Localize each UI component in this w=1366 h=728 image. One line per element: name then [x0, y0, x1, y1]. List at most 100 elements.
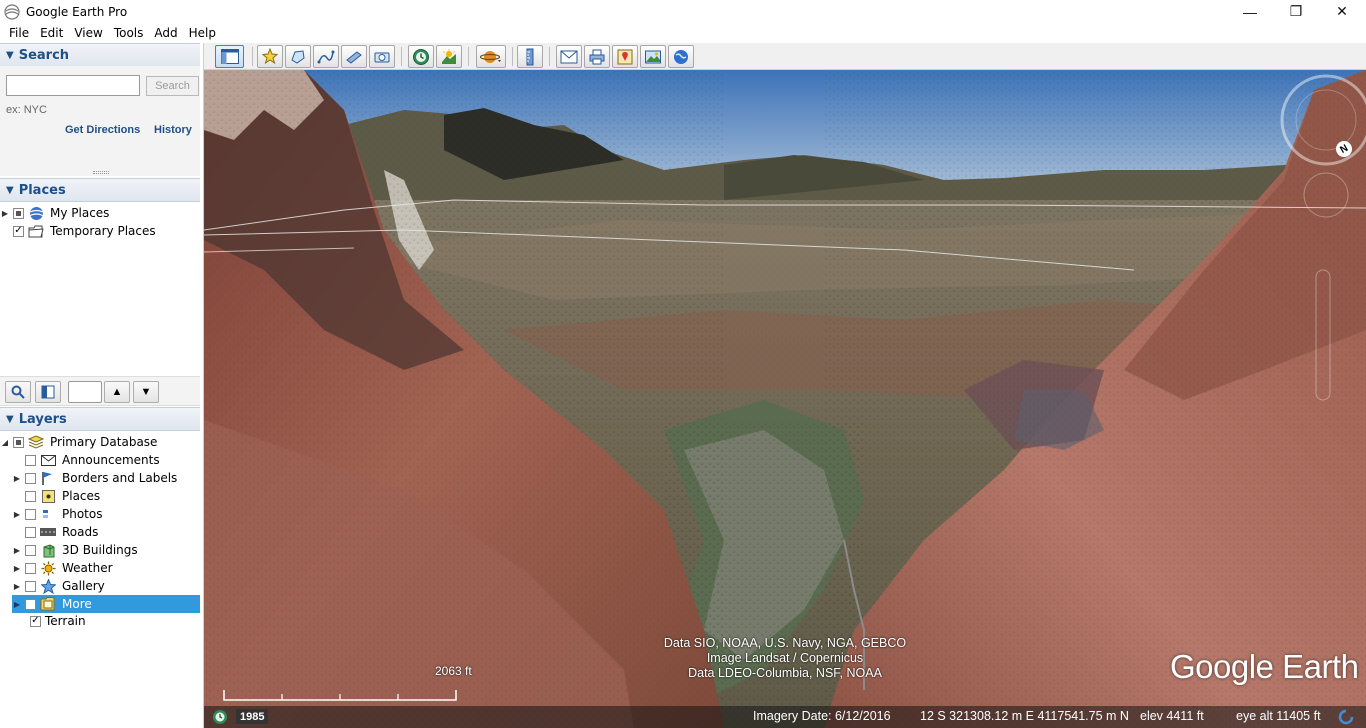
checkbox[interactable] [25, 562, 36, 574]
collapse-triangle-icon: ▼ [6, 49, 14, 61]
places-item-temporary-places[interactable]: ✓ Temporary Places [0, 222, 156, 240]
arrow-up-icon: ▲ [111, 386, 123, 398]
expand-arrow-icon[interactable]: ▶ [0, 209, 10, 218]
layer-item-gallery[interactable]: ▶ Gallery [12, 577, 105, 595]
map-pin-icon [617, 49, 633, 64]
layer-label: Weather [62, 561, 113, 575]
layer-label: Photos [62, 507, 103, 521]
sunlight-button[interactable] [436, 45, 462, 68]
print-button[interactable] [584, 45, 610, 68]
email-button[interactable] [556, 45, 582, 68]
expand-arrow-icon[interactable]: ▶ [12, 582, 22, 591]
layer-label: Borders and Labels [62, 471, 178, 485]
view-in-maps-button[interactable] [612, 45, 638, 68]
search-button[interactable]: Search [146, 76, 199, 96]
get-directions-link[interactable]: Get Directions [65, 124, 140, 136]
coordinates: 12 S 321308.12 m E 4117541.75 m N [920, 709, 1129, 723]
menu-tools[interactable]: Tools [109, 26, 149, 40]
history-link[interactable]: History [154, 124, 192, 136]
checkbox[interactable] [25, 472, 36, 484]
polygon-icon [291, 49, 305, 64]
search-input[interactable] [6, 75, 140, 96]
menu-view[interactable]: View [69, 26, 107, 40]
attribution-line: Data SIO, NOAA, U.S. Navy, NGA, GEBCO [663, 636, 907, 650]
record-tour-button[interactable] [369, 45, 395, 68]
historical-imagery-clock-icon[interactable] [212, 709, 228, 725]
layer-item-terrain[interactable]: ✓ Terrain [14, 612, 86, 630]
move-down-button[interactable]: ▼ [133, 381, 159, 403]
ruler-button[interactable] [517, 45, 543, 68]
google-earth-icon [4, 3, 20, 20]
picture-icon [645, 50, 661, 63]
add-path-button[interactable] [313, 45, 339, 68]
menu-file[interactable]: File [4, 26, 34, 40]
image-overlay-icon [346, 50, 362, 64]
layer-label: Announcements [62, 453, 160, 467]
terrain-scene[interactable] [204, 70, 1366, 728]
menu-help[interactable]: Help [184, 26, 221, 40]
layer-label: Primary Database [50, 435, 158, 449]
menu-bar: File Edit View Tools Add Help [0, 23, 1366, 43]
layers-panel-title: Layers [18, 411, 67, 427]
layer-item-places[interactable]: Places [12, 487, 100, 505]
panel-resize-grip[interactable] [93, 171, 109, 174]
layer-item-3d-buildings[interactable]: ▶ 3D Buildings [12, 541, 138, 559]
move-up-button[interactable]: ▲ [104, 381, 130, 403]
historical-imagery-button[interactable] [408, 45, 434, 68]
minimize-button[interactable]: — [1227, 0, 1273, 23]
close-button[interactable]: ✕ [1319, 0, 1365, 23]
layer-item-announcements[interactable]: Announcements [12, 451, 160, 469]
expand-arrow-icon[interactable]: ▶ [12, 510, 22, 519]
menu-add[interactable]: Add [149, 26, 182, 40]
add-placemark-button[interactable] [257, 45, 283, 68]
add-polygon-button[interactable] [285, 45, 311, 68]
imagery-date: Imagery Date: 6/12/2016 [753, 709, 891, 723]
checkbox[interactable] [25, 454, 36, 466]
layer-item-weather[interactable]: ▶ Weather [12, 559, 113, 577]
expand-arrow-icon[interactable]: ▶ [12, 600, 22, 609]
loading-spinner-icon [1338, 709, 1354, 725]
menu-edit[interactable]: Edit [35, 26, 68, 40]
layer-item-more[interactable]: ▶ More [12, 595, 200, 613]
database-icon [28, 435, 44, 449]
arrow-down-icon: ▼ [140, 386, 152, 398]
checkbox[interactable] [25, 598, 36, 610]
checkbox[interactable] [25, 508, 36, 520]
checkbox[interactable] [25, 544, 36, 556]
year-badge[interactable]: 1985 [236, 709, 269, 724]
layer-item-roads[interactable]: Roads [12, 523, 98, 541]
expand-arrow-icon[interactable]: ◢ [0, 438, 10, 447]
toggle-panel-button[interactable] [35, 381, 61, 403]
search-places-button[interactable] [5, 381, 31, 403]
add-image-overlay-button[interactable] [341, 45, 367, 68]
expand-arrow-icon[interactable]: ▶ [12, 564, 22, 573]
places-item-my-places[interactable]: ▶ My Places [0, 204, 110, 222]
layer-item-photos[interactable]: ▶ Photos [12, 505, 103, 523]
sidebar-toggle-button[interactable] [215, 45, 244, 68]
checkbox[interactable]: ✓ [30, 615, 41, 627]
switch-planet-button[interactable] [476, 45, 506, 68]
checkbox[interactable] [25, 490, 36, 502]
layer-item-borders-and-labels[interactable]: ▶ Borders and Labels [12, 469, 177, 487]
web-button[interactable] [668, 45, 694, 68]
expand-arrow-icon[interactable]: ▶ [12, 546, 22, 555]
collapse-triangle-icon: ▼ [6, 413, 14, 425]
map-3d-view[interactable]: N Data SIO, NOAA, U.S. Navy, NGA, GEBCO … [204, 70, 1366, 728]
expand-arrow-icon[interactable]: ▶ [12, 474, 22, 483]
checkbox[interactable] [25, 526, 36, 538]
search-panel-header[interactable]: ▼ Search [0, 43, 200, 67]
maximize-button[interactable]: ❐ [1273, 0, 1319, 23]
opacity-field[interactable] [68, 381, 102, 403]
checkbox[interactable] [13, 436, 24, 448]
places-icon [40, 489, 56, 503]
folder-icon [28, 224, 44, 238]
checkbox[interactable]: ✓ [13, 225, 24, 237]
checkbox[interactable] [13, 207, 24, 219]
save-image-button[interactable] [640, 45, 666, 68]
star-icon [40, 578, 56, 594]
layer-item-primary-database[interactable]: ◢ Primary Database [0, 433, 158, 451]
checkbox[interactable] [25, 580, 36, 592]
layers-panel-header[interactable]: ▼ Layers [0, 407, 200, 431]
places-panel-header[interactable]: ▼ Places [0, 178, 200, 202]
google-earth-logo: Google Earth [1170, 648, 1359, 685]
